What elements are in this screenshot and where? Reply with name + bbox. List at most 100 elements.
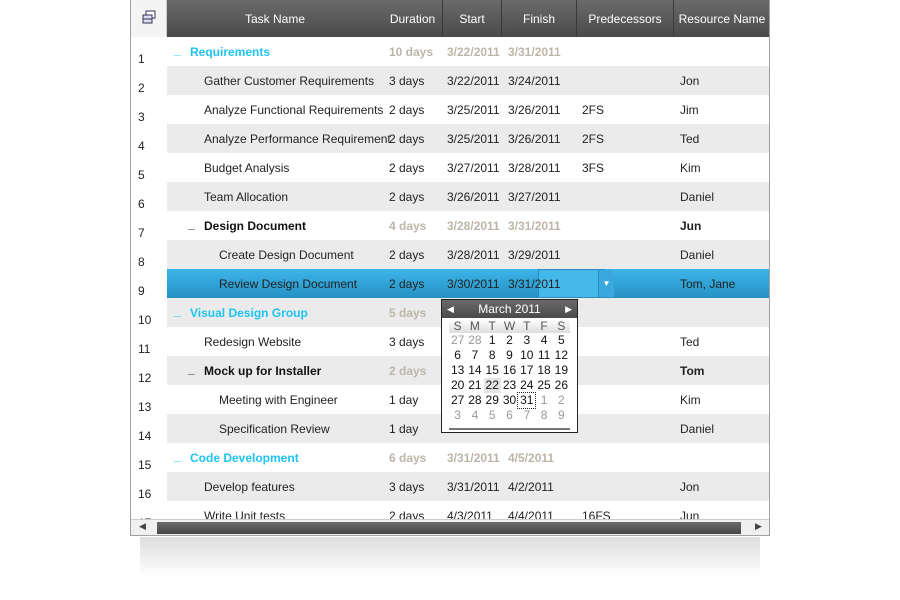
cell-res[interactable]: Jun	[680, 219, 701, 233]
calendar-day[interactable]: 18	[535, 363, 552, 378]
collapse-icon[interactable]: _	[188, 362, 195, 376]
cell-start[interactable]: 3/26/2011	[447, 190, 500, 204]
cell-duration[interactable]: 2 days	[389, 190, 424, 204]
calendar-day[interactable]: 20	[449, 378, 466, 393]
row-number[interactable]: 4	[131, 124, 167, 153]
calendar-day[interactable]: 23	[501, 378, 518, 393]
cell-duration[interactable]: 3 days	[389, 335, 424, 349]
horizontal-scrollbar[interactable]: ◀ ▶	[131, 519, 769, 535]
row-number[interactable]: 5	[131, 153, 167, 182]
row-number[interactable]: 6	[131, 182, 167, 211]
cell-finish[interactable]: 4/5/2011	[508, 451, 554, 465]
cell-duration[interactable]: 2 days	[389, 248, 424, 262]
cell-res[interactable]: Tom, Jane	[680, 277, 735, 291]
row-number[interactable]: 9	[131, 269, 167, 298]
cell-res[interactable]: Ted	[680, 132, 699, 146]
cell-start[interactable]: 3/25/2011	[447, 132, 500, 146]
calendar-day[interactable]: 7	[518, 408, 535, 423]
calendar-day[interactable]: 27	[449, 393, 466, 408]
cell-pred[interactable]: 2FS	[582, 132, 604, 146]
calendar-day[interactable]: 11	[535, 348, 552, 363]
cell-start[interactable]: 3/31/2011	[447, 451, 500, 465]
cell-res[interactable]: Daniel	[680, 422, 714, 436]
calendar-day[interactable]: 30	[501, 393, 518, 408]
cell-start[interactable]: 3/28/2011	[447, 219, 500, 233]
cell-duration[interactable]: 2 days	[389, 103, 424, 117]
cell-res[interactable]: Kim	[680, 161, 701, 175]
table-row[interactable]: _ Design Document 4 days 3/28/2011 3/31/2011…	[167, 211, 769, 240]
cell-pred[interactable]: 3FS	[582, 161, 604, 175]
collapse-icon[interactable]: _	[174, 449, 181, 463]
cell-name[interactable]: Meeting with Engineer	[219, 393, 338, 407]
cell-name[interactable]: Code Development	[190, 451, 299, 465]
cell-start[interactable]: 3/30/2011	[447, 277, 500, 291]
calendar-day[interactable]: 2	[501, 333, 518, 348]
cell-name[interactable]: Visual Design Group	[190, 306, 308, 320]
calendar-day[interactable]: 2	[553, 393, 570, 408]
table-row[interactable]: _ Requirements 10 days 3/22/2011 3/31/2011	[167, 37, 769, 66]
cell-name[interactable]: Analyze Functional Requirements	[204, 103, 383, 117]
calendar-day[interactable]: 8	[535, 408, 552, 423]
collapse-icon[interactable]: _	[174, 304, 181, 318]
cell-duration[interactable]: 2 days	[389, 364, 426, 378]
cell-res[interactable]: Ted	[680, 335, 699, 349]
calendar-day[interactable]: 24	[518, 378, 535, 393]
calendar-day[interactable]: 9	[501, 348, 518, 363]
cell-res[interactable]: Kim	[680, 393, 701, 407]
table-row[interactable]: Team Allocation 2 days 3/26/2011 3/27/2011 D…	[167, 182, 769, 211]
calendar-day[interactable]: 1	[484, 333, 501, 348]
column-header-task-name[interactable]: Task Name	[167, 0, 384, 37]
scroll-left-icon[interactable]: ◀	[139, 521, 146, 532]
calendar-day[interactable]: 6	[449, 348, 466, 363]
table-row[interactable]: Budget Analysis 2 days 3/27/2011 3/28/2011 3…	[167, 153, 769, 182]
cell-name[interactable]: Budget Analysis	[204, 161, 289, 175]
row-number[interactable]: 8	[131, 240, 167, 269]
cell-res[interactable]: Jon	[680, 74, 699, 88]
cell-pred[interactable]: 2FS	[582, 103, 604, 117]
table-row[interactable]: _ Code Development 6 days 3/31/2011 4/5/2011	[167, 443, 769, 472]
cell-duration[interactable]: 5 days	[389, 306, 426, 320]
cell-name[interactable]: Create Design Document	[219, 248, 354, 262]
cell-duration[interactable]: 3 days	[389, 480, 424, 494]
cell-duration[interactable]: 6 days	[389, 451, 426, 465]
cell-name[interactable]: Develop features	[204, 480, 295, 494]
cell-duration[interactable]: 3 days	[389, 74, 424, 88]
cell-name[interactable]: Team Allocation	[204, 190, 288, 204]
cell-finish[interactable]: 3/28/2011	[508, 161, 561, 175]
calendar-day[interactable]: 26	[553, 378, 570, 393]
table-row[interactable]: Review Design Document 2 days 3/30/2011 3/3…	[167, 269, 769, 298]
calendar-day[interactable]: 4	[466, 408, 483, 423]
cell-res[interactable]: Daniel	[680, 190, 714, 204]
column-header-predecessors[interactable]: Predecessors	[577, 0, 674, 37]
table-row[interactable]: Create Design Document 2 days 3/28/2011 3/2…	[167, 240, 769, 269]
calendar-day[interactable]: 22	[483, 378, 501, 393]
cell-finish[interactable]: 3/31/2011	[508, 45, 561, 59]
column-header-finish[interactable]: Finish	[502, 0, 577, 37]
cell-finish[interactable]: 4/2/2011	[508, 480, 554, 494]
calendar-day[interactable]: 28	[466, 333, 483, 348]
row-number[interactable]: 14	[131, 414, 167, 443]
calendar-day[interactable]: 31	[517, 392, 537, 409]
row-number[interactable]: 1	[131, 37, 167, 66]
calendar-day[interactable]: 9	[553, 408, 570, 423]
cell-name[interactable]: Requirements	[190, 45, 270, 59]
calendar-day[interactable]: 14	[466, 363, 483, 378]
row-number[interactable]: 16	[131, 472, 167, 501]
cell-duration[interactable]: 2 days	[389, 132, 424, 146]
calendar-day[interactable]: 1	[535, 393, 552, 408]
table-row[interactable]: Develop features 3 days 3/31/2011 4/2/2011 J…	[167, 472, 769, 501]
cell-name[interactable]: Mock up for Installer	[204, 364, 321, 378]
calendar-day[interactable]: 15	[484, 363, 501, 378]
cell-name[interactable]: Specification Review	[219, 422, 330, 436]
cell-start[interactable]: 3/28/2011	[447, 248, 500, 262]
cell-duration[interactable]: 2 days	[389, 161, 424, 175]
calendar-day[interactable]: 3	[449, 408, 466, 423]
cell-duration[interactable]: 1 day	[389, 393, 418, 407]
cell-name[interactable]: Design Document	[204, 219, 306, 233]
cell-name[interactable]: Analyze Performance Requirement	[204, 132, 391, 146]
next-month-icon[interactable]: ▶	[565, 304, 572, 315]
column-header-duration[interactable]: Duration	[383, 0, 443, 37]
cell-name[interactable]: Redesign Website	[204, 335, 301, 349]
calendar-month-title[interactable]: March 2011	[478, 302, 540, 316]
calendar-day[interactable]: 25	[535, 378, 552, 393]
